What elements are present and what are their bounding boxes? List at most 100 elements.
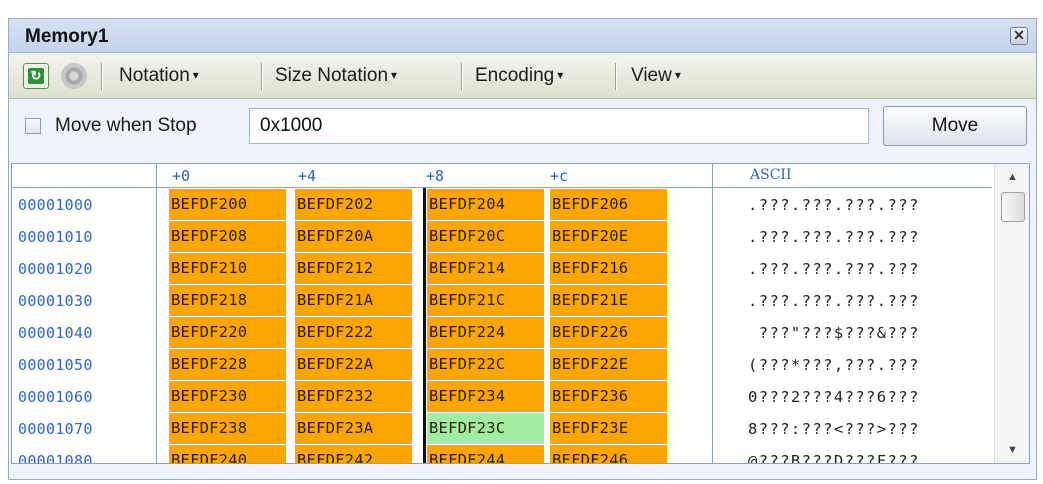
move-button[interactable]: Move [883, 106, 1027, 146]
ascii-value[interactable]: 8???:???<???>??? [748, 420, 920, 438]
view-menu-label: View [631, 65, 672, 86]
memory-value-cell[interactable]: BEFDF22A [295, 349, 412, 380]
encoding-menu[interactable]: Encoding ▾ [475, 65, 563, 87]
chevron-down-icon: ▾ [674, 68, 681, 82]
memory-value-cell[interactable]: BEFDF206 [550, 189, 667, 220]
memory-value-cell[interactable]: BEFDF21C [427, 285, 544, 316]
ascii-value[interactable]: .???.???.???.??? [748, 260, 920, 278]
row-address: 00001070 [18, 420, 93, 438]
memory-value-cell[interactable]: BEFDF204 [427, 189, 544, 220]
scroll-down-icon[interactable]: ▼ [995, 440, 1029, 460]
table-row[interactable]: 00001020 BEFDF210 BEFDF212 BEFDF214 BEFDF216… [12, 253, 992, 285]
toolbar-separator [261, 63, 262, 90]
memory-value-cell[interactable]: BEFDF23E [550, 413, 667, 444]
memory-grid-body: +0 +4 +8 +c ASCII 00001000 BEFDF200 BEFDF2… [12, 164, 992, 464]
table-row[interactable]: 00001060 BEFDF230 BEFDF232 BEFDF234 BEFDF236… [12, 381, 992, 413]
memory-grid: +0 +4 +8 +c ASCII 00001000 BEFDF200 BEFDF2… [11, 163, 1030, 464]
memory-value-cell[interactable]: BEFDF23A [295, 413, 412, 444]
ascii-value[interactable]: (???*???,???.??? [748, 356, 920, 374]
memory-value-cell[interactable]: BEFDF234 [427, 381, 544, 412]
notation-menu-label: Notation [119, 65, 190, 86]
memory-value-cell[interactable]: BEFDF220 [169, 317, 286, 348]
memory-value-cell[interactable]: BEFDF228 [169, 349, 286, 380]
memory-value-cell[interactable]: BEFDF208 [169, 221, 286, 252]
vertical-scrollbar[interactable]: ▲ ▼ [994, 164, 1029, 463]
row-address: 00001020 [18, 260, 93, 278]
row-address: 00001050 [18, 356, 93, 374]
ascii-value[interactable]: 0???2???4???6??? [748, 388, 920, 406]
memory-value-cell[interactable]: BEFDF23C [427, 413, 544, 444]
scroll-up-icon[interactable]: ▲ [995, 167, 1029, 187]
ascii-value[interactable]: ???"???$???&??? [748, 324, 920, 342]
table-row[interactable]: 00001080 BEFDF240 BEFDF242 BEFDF244 BEFDF246… [12, 445, 992, 464]
row-address: 00001030 [18, 292, 93, 310]
table-row[interactable]: 00001030 BEFDF218 BEFDF21A BEFDF21C BEFDF21E… [12, 285, 992, 317]
scroll-thumb[interactable] [1001, 192, 1025, 222]
window-title: Memory1 [25, 26, 109, 47]
column-divider [712, 164, 713, 463]
table-row[interactable]: 00001000 BEFDF200 BEFDF202 BEFDF204 BEFDF206… [12, 189, 992, 221]
memory-value-cell[interactable]: BEFDF218 [169, 285, 286, 316]
memory-value-cell[interactable]: BEFDF210 [169, 253, 286, 284]
move-when-stop-label: Move when Stop [55, 115, 197, 136]
memory-value-cell[interactable]: BEFDF214 [427, 253, 544, 284]
memory-value-cell[interactable]: BEFDF202 [295, 189, 412, 220]
memory-value-cell[interactable]: BEFDF238 [169, 413, 286, 444]
size-notation-menu[interactable]: Size Notation ▾ [275, 65, 397, 87]
memory-window: Memory1 ✕ ↻ Notation ▾ Size Notation ▾ Enc… [8, 18, 1037, 480]
grid-header: +0 +4 +8 +c ASCII [12, 164, 992, 188]
size-notation-menu-label: Size Notation [275, 65, 389, 86]
memory-value-cell[interactable]: BEFDF230 [169, 381, 286, 412]
memory-value-cell[interactable]: BEFDF216 [550, 253, 667, 284]
memory-value-cell[interactable]: BEFDF232 [295, 381, 412, 412]
notation-menu[interactable]: Notation ▾ [119, 65, 199, 87]
memory-value-cell[interactable]: BEFDF242 [295, 445, 412, 463]
table-row[interactable]: 00001070 BEFDF238 BEFDF23A BEFDF23C BEFDF23E… [12, 413, 992, 445]
close-icon: ✕ [1013, 27, 1025, 43]
memory-value-cell[interactable]: BEFDF246 [550, 445, 667, 463]
memory-value-cell[interactable]: BEFDF212 [295, 253, 412, 284]
toolbar-separator [615, 63, 616, 90]
memory-value-cell[interactable]: BEFDF20C [427, 221, 544, 252]
memory-value-cell[interactable]: BEFDF222 [295, 317, 412, 348]
memory-value-cell[interactable]: BEFDF22E [550, 349, 667, 380]
row-address: 00001080 [18, 452, 93, 464]
column-header: +0 [172, 167, 191, 185]
memory-value-cell[interactable]: BEFDF200 [169, 189, 286, 220]
memory-value-cell[interactable]: BEFDF240 [169, 445, 286, 463]
memory-value-cell[interactable]: BEFDF20A [295, 221, 412, 252]
ascii-value[interactable]: .???.???.???.??? [748, 228, 920, 246]
row-address: 00001000 [18, 196, 93, 214]
view-menu[interactable]: View ▾ [631, 65, 681, 87]
address-input[interactable] [249, 108, 869, 144]
memory-value-cell[interactable]: BEFDF22C [427, 349, 544, 380]
memory-value-cell[interactable]: BEFDF224 [427, 317, 544, 348]
table-row[interactable]: 00001040 BEFDF220 BEFDF222 BEFDF224 BEFDF226… [12, 317, 992, 349]
column-header: +8 [426, 167, 445, 185]
column-divider [423, 188, 426, 463]
encoding-menu-label: Encoding [475, 65, 555, 86]
memory-value-cell[interactable]: BEFDF20E [550, 221, 667, 252]
memory-value-cell[interactable]: BEFDF21A [295, 285, 412, 316]
toolbar-separator [461, 63, 462, 90]
table-row[interactable]: 00001050 BEFDF228 BEFDF22A BEFDF22C BEFDF22E… [12, 349, 992, 381]
memory-value-cell[interactable]: BEFDF236 [550, 381, 667, 412]
column-header: +c [550, 167, 569, 185]
ascii-value[interactable]: @???B???D???F??? [748, 452, 920, 463]
refresh-icon[interactable]: ↻ [23, 63, 49, 89]
toolbar: ↻ Notation ▾ Size Notation ▾ Encoding ▾ Vie… [9, 54, 1036, 99]
table-row[interactable]: 00001010 BEFDF208 BEFDF20A BEFDF20C BEFDF20E… [12, 221, 992, 253]
ascii-header: ASCII [750, 167, 792, 183]
memory-value-cell[interactable]: BEFDF244 [427, 445, 544, 463]
title-bar: Memory1 ✕ [9, 19, 1036, 53]
move-when-stop-checkbox[interactable] [25, 118, 41, 134]
close-button[interactable]: ✕ [1010, 27, 1028, 45]
memory-value-cell[interactable]: BEFDF226 [550, 317, 667, 348]
ascii-value[interactable]: .???.???.???.??? [748, 292, 920, 310]
gear-icon[interactable] [61, 63, 87, 89]
ascii-value[interactable]: .???.???.???.??? [748, 196, 920, 214]
memory-value-cell[interactable]: BEFDF21E [550, 285, 667, 316]
column-header: +4 [298, 167, 317, 185]
column-divider [156, 164, 157, 463]
row-address: 00001060 [18, 388, 93, 406]
